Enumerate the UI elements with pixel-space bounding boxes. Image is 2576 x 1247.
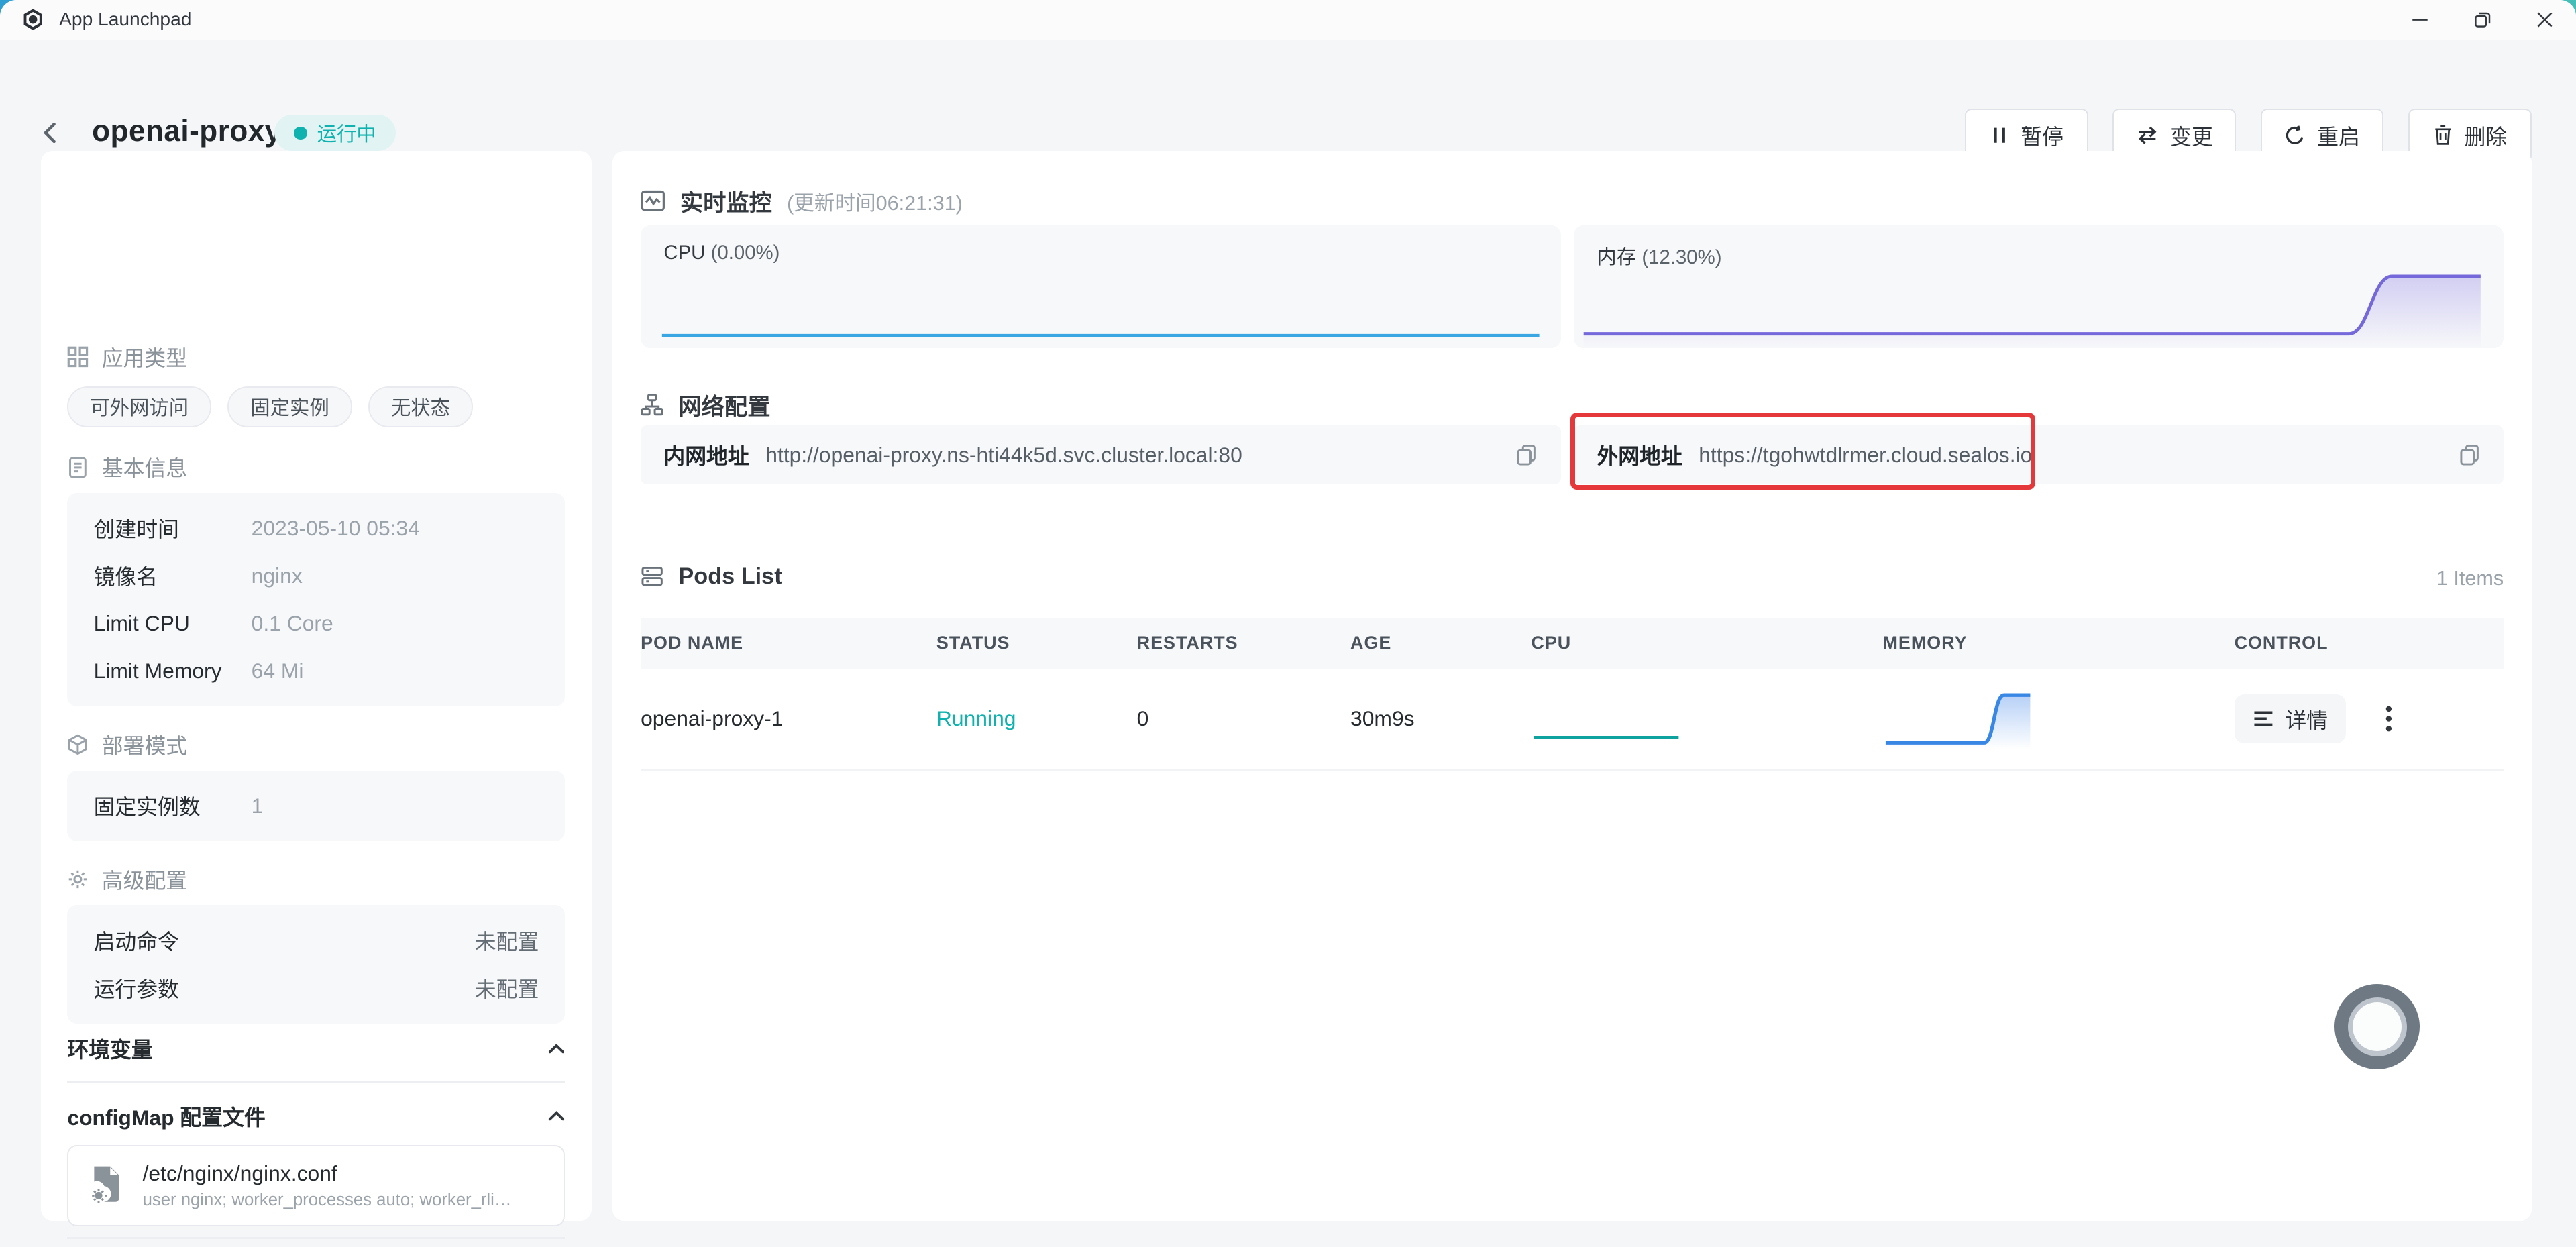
pod-cpu-cell xyxy=(1531,688,1882,749)
pod-restarts: 0 xyxy=(1137,706,1350,731)
copy-icon[interactable] xyxy=(1515,443,1538,468)
pod-table-row: openai-proxy-1 Running 0 30m9s xyxy=(641,669,2504,771)
network-icon xyxy=(641,393,663,416)
page-title: openai-proxy xyxy=(92,115,282,148)
swap-arrows-icon xyxy=(2136,125,2159,145)
deploy-mode-panel: 固定实例数1 xyxy=(67,771,565,841)
pause-icon xyxy=(1990,125,2009,145)
chevron-up-icon xyxy=(547,1043,566,1054)
memory-sparkline xyxy=(1574,225,2504,349)
minimize-button[interactable] xyxy=(2389,0,2451,40)
env-vars-collapse[interactable]: 环境变量 xyxy=(67,1033,565,1064)
app-logo-icon xyxy=(21,8,44,31)
detail-lines-icon xyxy=(2253,710,2274,728)
file-gear-icon xyxy=(89,1164,125,1207)
window-title: App Launchpad xyxy=(59,9,191,30)
pulse-chart-icon xyxy=(641,189,665,212)
config-file-name: /etc/nginx/nginx.conf xyxy=(143,1161,513,1186)
pod-status: Running xyxy=(936,706,1137,731)
network-section-title: 网络配置 xyxy=(641,388,770,421)
configmap-collapse[interactable]: configMap 配置文件 xyxy=(67,1101,565,1132)
divider xyxy=(67,1237,565,1238)
configmap-file-item[interactable]: /etc/nginx/nginx.conf user nginx; worker… xyxy=(67,1145,565,1226)
memory-chart: 内存 (12.30%) xyxy=(1574,225,2504,349)
chevron-up-icon xyxy=(547,1110,566,1122)
pod-detail-button[interactable]: 详情 xyxy=(2235,694,2347,743)
info-row: 运行参数未配置 xyxy=(94,965,539,1012)
cpu-chart: CPU (0.00%) xyxy=(641,225,1560,349)
external-address-label: 外网地址 xyxy=(1597,439,1682,470)
back-button[interactable] xyxy=(36,118,66,148)
status-dot-icon xyxy=(294,127,307,140)
app-type-badges: 可外网访问 固定实例 无状态 xyxy=(67,386,565,427)
basic-info-section-title: 基本信息 xyxy=(67,451,565,482)
internal-address-row: 内网地址 http://openai-proxy.ns-hti44k5d.svc… xyxy=(641,425,1560,484)
title-bar: App Launchpad xyxy=(0,0,2576,40)
advanced-section-title: 高级配置 xyxy=(67,864,565,895)
badge-fixed-instance: 固定实例 xyxy=(227,386,352,427)
pods-list-section-title: Pods List xyxy=(641,563,782,590)
status-label: 运行中 xyxy=(317,119,376,147)
click-indicator xyxy=(2334,984,2420,1069)
gear-icon xyxy=(67,869,89,890)
trash-icon xyxy=(2433,125,2453,146)
pods-list-icon xyxy=(641,565,663,588)
external-address-row: 外网地址 https://tgohwtdlrmer.cloud.sealos.i… xyxy=(1574,425,2504,484)
info-row: Limit Memory64 Mi xyxy=(94,647,539,695)
app-window: App Launchpad openai-proxy 运行中 xyxy=(0,0,2576,1247)
internal-address-label: 内网地址 xyxy=(663,439,749,470)
badge-external-access: 可外网访问 xyxy=(67,386,211,427)
pod-memory-sparkline xyxy=(1882,684,2033,749)
pod-more-menu-button[interactable] xyxy=(2379,699,2398,739)
pod-age: 30m9s xyxy=(1350,706,1531,731)
advanced-panel: 启动命令未配置 运行参数未配置 xyxy=(67,905,565,1023)
divider xyxy=(67,1081,565,1082)
document-icon xyxy=(67,457,89,478)
grid-icon xyxy=(67,346,89,368)
config-file-preview: user nginx; worker_processes auto; worke… xyxy=(143,1191,513,1210)
monitor-section-title: 实时监控 (更新时间06:21:31) xyxy=(641,184,963,217)
status-badge: 运行中 xyxy=(274,115,396,151)
info-row: Limit CPU0.1 Core xyxy=(94,600,539,647)
cpu-sparkline xyxy=(641,225,1560,349)
restore-button[interactable] xyxy=(2451,0,2514,40)
pod-cpu-sparkline xyxy=(1531,688,1682,744)
pod-name: openai-proxy-1 xyxy=(641,706,936,731)
info-row: 创建时间2023-05-10 05:34 xyxy=(94,504,539,552)
deploy-mode-section-title: 部署模式 xyxy=(67,729,565,760)
restart-icon xyxy=(2284,125,2306,146)
pods-count: 1 Items xyxy=(2436,567,2504,590)
cube-icon xyxy=(67,734,89,755)
info-row: 启动命令未配置 xyxy=(94,917,539,965)
external-address-url[interactable]: https://tgohwtdlrmer.cloud.sealos.io xyxy=(1699,443,2032,468)
pod-memory-cell xyxy=(1882,684,2234,755)
copy-icon[interactable] xyxy=(2458,443,2481,468)
internal-address-url: http://openai-proxy.ns-hti44k5d.svc.clus… xyxy=(765,443,1242,468)
badge-stateless: 无状态 xyxy=(368,386,473,427)
app-type-section-title: 应用类型 xyxy=(67,341,565,372)
info-row: 镜像名nginx xyxy=(94,552,539,600)
page-header: openai-proxy 运行中 暂停 变更 重启 xyxy=(0,40,2576,152)
app-info-panel: 应用类型 可外网访问 固定实例 无状态 基本信息 创建时间2023-05-10 … xyxy=(41,151,591,1220)
close-button[interactable] xyxy=(2514,0,2576,40)
app-detail-panel: 实时监控 (更新时间06:21:31) CPU (0.00%) 内存 (12.3… xyxy=(612,151,2531,1220)
info-row: 固定实例数1 xyxy=(94,782,539,830)
pods-table-header: POD NAME STATUS RESTARTS AGE CPU MEMORY … xyxy=(641,618,2504,669)
basic-info-panel: 创建时间2023-05-10 05:34 镜像名nginx Limit CPU0… xyxy=(67,493,565,706)
pod-control-cell: 详情 xyxy=(2235,694,2504,743)
